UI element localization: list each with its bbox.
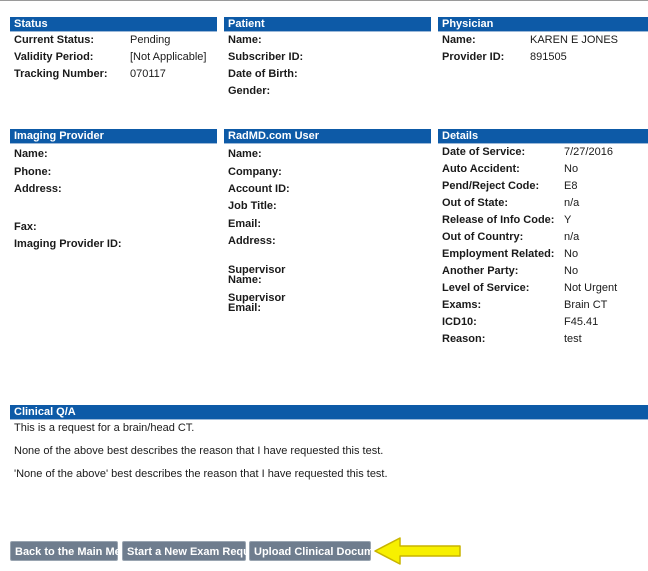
release-info-code-label: Release of Info Code: [442,214,555,226]
patient-panel: Patient Name: Subscriber ID: Date of Bir… [224,17,431,100]
qa-line: None of the above best describes the rea… [14,445,384,457]
pend-reject-code-value: E8 [564,180,578,192]
status-row: Tracking Number: 070117 [10,66,217,83]
level-of-service-value: Not Urgent [564,282,618,294]
user-company-label: Company: [228,166,282,178]
upload-clinical-document-button[interactable]: Upload Clinical Document [249,541,390,561]
arrow-left-icon [374,537,461,565]
exams-label: Exams: [442,299,482,311]
user-name-label: Name: [228,148,262,160]
tracking-number-label: Tracking Number: [14,68,108,80]
patient-row: Gender: [224,83,431,100]
patient-name-label: Name: [228,34,262,46]
out-of-state-label: Out of State: [442,197,508,209]
physician-row: Name: KAREN E JONES [438,32,648,49]
out-of-country-label: Out of Country: [442,231,524,243]
reason-value: test [564,333,582,345]
current-status-label: Current Status: [14,34,95,46]
radmd-user-panel: RadMD.com User Name: Company: Account ID… [224,129,431,329]
imaging-provider-id-label: Imaging Provider ID: [14,238,122,250]
details-panel: Details Date of Service: 7/27/2016 Auto A… [438,129,648,348]
date-of-service-value: 7/27/2016 [564,146,613,158]
subscriber-id-label: Subscriber ID: [228,51,304,63]
auto-accident-label: Auto Accident: [442,163,520,175]
imaging-provider-header: Imaging Provider [10,129,217,144]
status-row: Current Status: Pending [10,32,217,49]
physician-header: Physician [438,17,648,32]
provider-id-value: 891505 [530,51,567,63]
qa-line: This is a request for a brain/head CT. [14,422,195,434]
status-panel: Status Current Status: Pending Validity … [10,17,217,83]
details-row: Out of Country: n/a [438,229,648,246]
validity-period-label: Validity Period: [14,51,94,63]
patient-row: Date of Birth: [224,66,431,83]
imaging-address-label: Address: [14,183,62,195]
release-info-code-value: Y [564,214,572,226]
details-row: Auto Accident: No [438,161,648,178]
date-of-birth-label: Date of Birth: [228,68,298,80]
details-row: Reason: test [438,331,648,348]
top-border [0,0,648,1]
user-job-title-label: Job Title: [228,200,277,212]
imaging-name-label: Name: [14,148,48,160]
pend-reject-code-label: Pend/Reject Code: [442,180,540,192]
employment-related-label: Employment Related: [442,248,555,260]
employment-related-value: No [564,248,579,260]
radmd-user-header: RadMD.com User [224,129,431,144]
supervisor-email-line2: Email: [228,302,262,314]
clinical-qa-header: Clinical Q/A [10,405,648,420]
physician-row: Provider ID: 891505 [438,49,648,66]
current-status-value: Pending [130,34,171,46]
validity-period-value: [Not Applicable] [130,51,207,63]
tracking-number-value: 070117 [130,68,166,80]
icd10-label: ICD10: [442,316,477,328]
details-row: Another Party: No [438,263,648,280]
user-account-id-label: Account ID: [228,183,290,195]
date-of-service-label: Date of Service: [442,146,526,158]
physician-name-value: KAREN E JONES [530,34,619,46]
details-header: Details [438,129,648,144]
supervisor-name-label: Supervisor Name: [228,265,285,286]
details-row: Pend/Reject Code: E8 [438,178,648,195]
patient-row: Name: [224,32,431,49]
status-row: Validity Period: [Not Applicable] [10,49,217,66]
supervisor-email-label: Supervisor Email: [228,293,285,314]
imaging-phone-label: Phone: [14,166,52,178]
details-row: Exams: Brain CT [438,297,648,314]
imaging-fax-label: Fax: [14,221,37,233]
patient-row: Subscriber ID: [224,49,431,66]
provider-id-label: Provider ID: [442,51,505,63]
start-new-exam-request-button[interactable]: Start a New Exam Request [122,541,266,561]
exams-value: Brain CT [564,299,608,311]
gender-label: Gender: [228,85,271,97]
reason-label: Reason: [442,333,486,345]
user-address-label: Address: [228,235,276,247]
details-row: Release of Info Code: Y [438,212,648,229]
out-of-state-value: n/a [564,197,580,209]
another-party-value: No [564,265,579,277]
another-party-label: Another Party: [442,265,519,277]
icd10-value: F45.41 [564,316,599,328]
out-of-country-value: n/a [564,231,580,243]
details-row: Date of Service: 7/27/2016 [438,144,648,161]
physician-panel: Physician Name: KAREN E JONES Provider I… [438,17,648,66]
patient-header: Patient [224,17,431,32]
supervisor-name-line2: Name: [228,274,262,286]
back-to-main-menu-button[interactable]: Back to the Main Menu [10,541,134,561]
level-of-service-label: Level of Service: [442,282,530,294]
details-row: Out of State: n/a [438,195,648,212]
details-row: Employment Related: No [438,246,648,263]
auto-accident-value: No [564,163,579,175]
clinical-qa-panel: Clinical Q/A This is a request for a bra… [10,405,648,485]
user-email-label: Email: [228,218,262,230]
details-row: ICD10: F45.41 [438,314,648,331]
physician-name-label: Name: [442,34,476,46]
status-header: Status [10,17,217,32]
imaging-provider-panel: Imaging Provider Name: Phone: Address: F… [10,129,217,329]
details-row: Level of Service: Not Urgent [438,280,648,297]
qa-line: 'None of the above' best describes the r… [14,468,388,480]
